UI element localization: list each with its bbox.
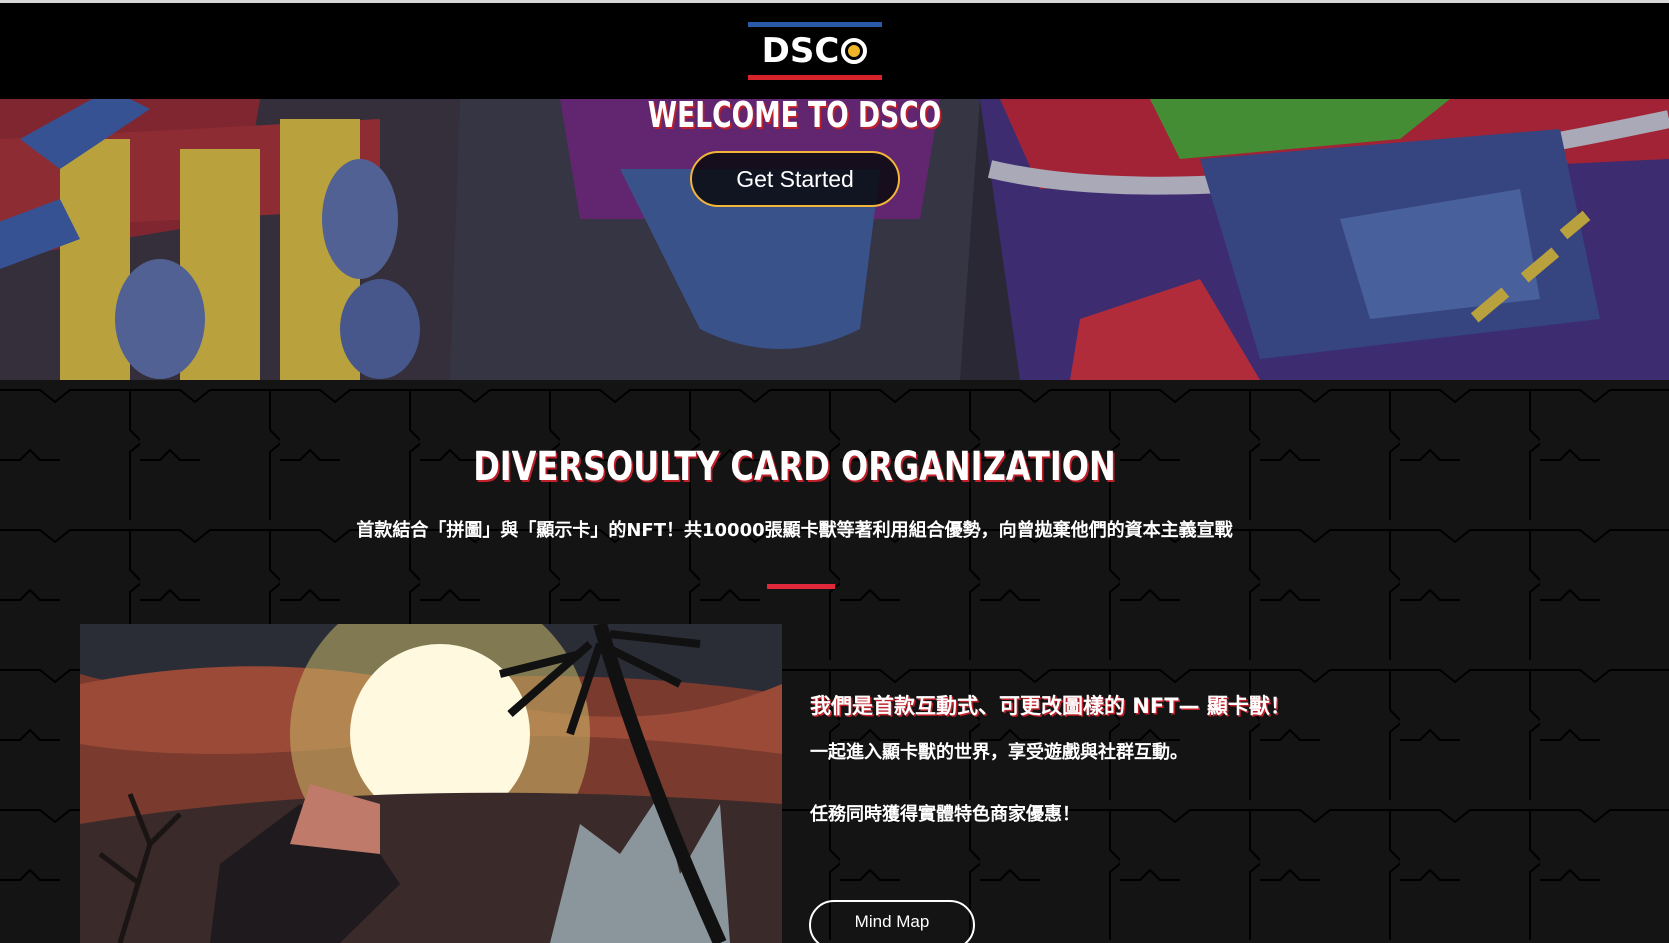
about-section: DIVERSOULTY CARD ORGANIZATION 首款結合「拼圖」與「… (0, 380, 1669, 943)
about-paragraph-1: 一起進入顯卡獸的世界，享受遊戲與社群互動。 (810, 742, 1188, 763)
about-paragraph-2: 任務同時獲得實體特色商家優惠！ (810, 804, 1080, 825)
about-text-block: 我們是首款互動式、可更改圖樣的 NFT— 顯卡獸！ 一起進入顯卡獸的世界，享受遊… (810, 690, 1610, 825)
section-title: DIVERSOULTY CARD ORGANIZATION (473, 444, 1116, 490)
hero-banner: WELCOME TO DSCO Get Started (0, 99, 1669, 380)
hero-overlay (0, 99, 1669, 380)
section-divider (767, 584, 835, 589)
eye-icon (841, 38, 868, 64)
section-subtitle: 首款結合「拼圖」與「顯示卡」的NFT！共10000張顯卡獸等著利用組合優勢，向曾… (356, 520, 1233, 541)
story-illustration (80, 624, 782, 943)
moon-scene-illustration (80, 624, 782, 943)
logo-wordmark: DSC (762, 34, 868, 68)
about-headline: 我們是首款互動式、可更改圖樣的 NFT— 顯卡獸！ (810, 694, 1291, 718)
get-started-button[interactable]: Get Started (690, 151, 900, 207)
site-header: DSC (0, 3, 1669, 99)
hero-title: WELCOME TO DSCO (647, 99, 942, 136)
dsco-logo[interactable]: DSC (747, 22, 882, 80)
logo-text: DSC (761, 31, 840, 71)
mind-map-button[interactable]: Mind Map (809, 900, 975, 943)
